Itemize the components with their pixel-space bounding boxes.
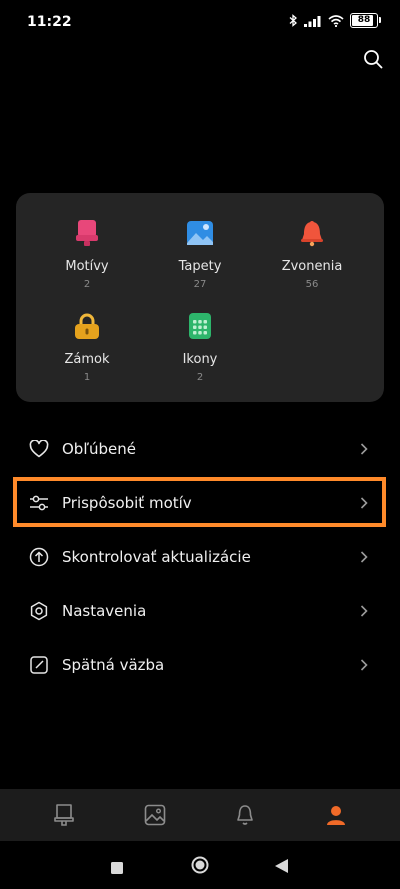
icons-icon bbox=[189, 313, 211, 339]
category-label: Zámok bbox=[64, 352, 110, 367]
category-label: Ikony bbox=[182, 352, 218, 367]
menu-item-check-updates[interactable]: Skontrolovať aktualizácie bbox=[0, 530, 400, 584]
system-nav-bar bbox=[0, 841, 400, 889]
category-count: 2 bbox=[83, 279, 91, 290]
ringtone-icon bbox=[301, 221, 323, 247]
category-label: Tapety bbox=[178, 259, 222, 274]
wallpaper-icon bbox=[187, 221, 213, 245]
wallpapers-tab-icon bbox=[144, 804, 166, 826]
recents-icon bbox=[111, 862, 123, 874]
category-lock[interactable]: Zámok 1 bbox=[32, 312, 142, 383]
status-icons: 88 bbox=[289, 13, 381, 28]
tab-profile[interactable] bbox=[324, 803, 348, 827]
update-icon bbox=[28, 546, 50, 568]
category-count: 2 bbox=[196, 372, 204, 383]
search-icon bbox=[364, 50, 383, 69]
home-icon bbox=[191, 856, 209, 874]
menu-label: Nastavenia bbox=[62, 602, 147, 620]
signal-icon bbox=[304, 15, 321, 27]
category-label: Zvonenia bbox=[281, 259, 343, 274]
menu-item-feedback[interactable]: Spätná väzba bbox=[0, 638, 400, 692]
home-button[interactable] bbox=[191, 856, 209, 878]
lock-icon bbox=[75, 313, 99, 339]
theme-icon bbox=[76, 220, 98, 246]
category-count: 56 bbox=[305, 279, 319, 290]
category-wallpapers[interactable]: Tapety 27 bbox=[145, 219, 255, 290]
chevron-right-icon bbox=[360, 659, 372, 671]
back-icon bbox=[275, 859, 288, 873]
category-label: Motívy bbox=[65, 259, 109, 274]
bluetooth-icon bbox=[289, 14, 297, 27]
category-ringtones[interactable]: Zvonenia 56 bbox=[257, 219, 367, 290]
bottom-nav bbox=[0, 789, 400, 841]
status-bar: 11:22 88 bbox=[0, 0, 400, 42]
battery-level: 88 bbox=[357, 15, 371, 25]
back-button[interactable] bbox=[275, 858, 288, 877]
category-icons[interactable]: Ikony 2 bbox=[145, 312, 255, 383]
category-card: Motívy 2 Tapety 27 Zvonenia 56 Zámok 1 I… bbox=[16, 193, 384, 402]
profile-tab-icon bbox=[327, 806, 345, 825]
menu-label: Skontrolovať aktualizácie bbox=[62, 548, 251, 566]
category-count: 1 bbox=[83, 372, 91, 383]
chevron-right-icon bbox=[360, 443, 372, 455]
menu-label: Obľúbené bbox=[62, 440, 136, 458]
battery-icon: 88 bbox=[350, 13, 381, 28]
highlight-box bbox=[13, 477, 386, 527]
tab-wallpapers[interactable] bbox=[143, 803, 167, 827]
category-themes[interactable]: Motívy 2 bbox=[32, 219, 142, 290]
chevron-right-icon bbox=[360, 605, 372, 617]
menu-list: Obľúbené Prispôsobiť motív Skontrolovať … bbox=[0, 422, 400, 692]
menu-item-favorites[interactable]: Obľúbené bbox=[0, 422, 400, 476]
heart-icon bbox=[28, 438, 50, 460]
menu-label: Spätná väzba bbox=[62, 656, 165, 674]
status-time: 11:22 bbox=[27, 14, 72, 30]
category-count: 27 bbox=[193, 279, 207, 290]
feedback-icon bbox=[28, 654, 50, 676]
tab-ringtones[interactable] bbox=[233, 803, 257, 827]
ringtones-tab-icon bbox=[237, 805, 253, 825]
themes-tab-icon bbox=[54, 804, 74, 826]
search-button[interactable] bbox=[360, 46, 386, 72]
wifi-icon bbox=[328, 14, 344, 27]
recents-button[interactable] bbox=[111, 859, 123, 878]
menu-item-settings[interactable]: Nastavenia bbox=[0, 584, 400, 638]
chevron-right-icon bbox=[360, 551, 372, 563]
tab-themes[interactable] bbox=[52, 803, 76, 827]
settings-icon bbox=[28, 600, 50, 622]
